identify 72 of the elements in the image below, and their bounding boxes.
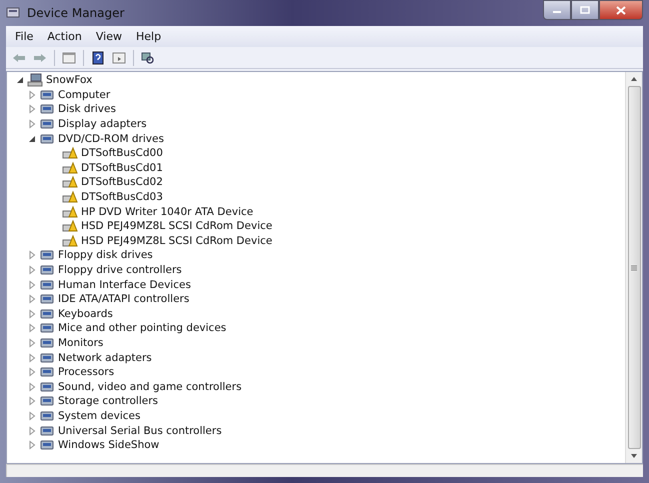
device-category[interactable]: Computer: [58, 88, 110, 101]
drive-warning-icon: [62, 219, 78, 234]
device-category[interactable]: System devices: [58, 410, 140, 422]
window-title: Device Manager: [27, 6, 124, 20]
device-icon: [39, 102, 55, 116]
close-icon: [616, 6, 626, 14]
device-icon: [39, 292, 55, 306]
maximize-button[interactable]: [571, 0, 599, 20]
menu-item[interactable]: File: [8, 28, 40, 45]
device-icon: [39, 263, 55, 278]
device-category[interactable]: DVD/CD-ROM drives: [58, 132, 164, 145]
device-category[interactable]: Network adapters: [58, 352, 152, 364]
device-category[interactable]: Mice and other pointing devices: [58, 322, 226, 334]
scroll-thumb[interactable]: [628, 86, 640, 449]
device-icon: [39, 380, 55, 394]
device-icon: [39, 248, 55, 262]
device-icon: [39, 88, 55, 102]
menu-item[interactable]: Action: [40, 28, 89, 45]
device-name[interactable]: DTSoftBusCd02: [81, 176, 163, 188]
drive-warning-icon: [62, 190, 78, 204]
device-name[interactable]: DTSoftBusCd00: [81, 147, 163, 160]
device-category[interactable]: Windows SideShow: [58, 439, 160, 452]
computer-name[interactable]: SnowFox: [46, 74, 92, 86]
device-category[interactable]: Storage controllers: [58, 395, 158, 408]
device-category[interactable]: Universal Serial Bus controllers: [58, 424, 222, 437]
drive-warning-icon: [62, 204, 78, 219]
device-category[interactable]: Sound, video and game controllers: [58, 380, 242, 393]
device-icon: [39, 350, 55, 365]
device-name[interactable]: HP DVD Writer 1040r ATA Device: [81, 206, 254, 218]
device-icon: [39, 408, 55, 423]
device-category[interactable]: Human Interface Devices: [58, 278, 191, 291]
device-icon: [39, 438, 55, 452]
window-pane-icon: [112, 52, 126, 64]
device-category[interactable]: Floppy disk drives: [58, 249, 153, 262]
device-name[interactable]: HSD PEJ49MZ8L SCSI CdRom Device: [81, 234, 272, 247]
device-icon: [39, 321, 55, 336]
device-category[interactable]: Processors: [58, 366, 114, 378]
device-name[interactable]: HSD PEJ49MZ8L SCSI CdRom Device: [81, 220, 272, 232]
close-button[interactable]: [599, 0, 643, 20]
computer-icon: [27, 73, 43, 88]
device-category[interactable]: Display adapters: [58, 118, 147, 130]
device-name[interactable]: DTSoftBusCd01: [81, 162, 163, 174]
window-pane-icon: [62, 52, 76, 64]
forward-arrow-icon: [33, 52, 47, 62]
scrollbar[interactable]: [625, 72, 642, 463]
grip-icon: [631, 264, 637, 270]
device-category[interactable]: Floppy drive controllers: [58, 264, 182, 276]
device-category[interactable]: IDE ATA/ATAPI controllers: [58, 293, 190, 306]
app-icon: [6, 6, 22, 20]
drive-warning-icon: [62, 234, 78, 248]
device-icon: [39, 278, 55, 292]
maximize-icon: [580, 6, 590, 14]
drive-warning-icon: [62, 146, 78, 160]
device-category[interactable]: Keyboards: [58, 308, 113, 320]
device-icon: [39, 132, 55, 146]
menu-item[interactable]: Help: [128, 28, 168, 45]
monitor-search-icon: [141, 50, 155, 64]
drive-warning-icon: [62, 160, 78, 175]
minimize-button[interactable]: [543, 0, 571, 20]
device-icon: [39, 306, 55, 321]
device-category[interactable]: Monitors: [58, 336, 104, 349]
help-icon: [92, 50, 104, 64]
device-category[interactable]: Disk drives: [58, 103, 116, 116]
device-icon: [39, 336, 55, 350]
back-arrow-icon: [12, 52, 26, 62]
device-icon: [39, 394, 55, 408]
device-icon: [39, 424, 55, 438]
device-icon: [39, 365, 55, 380]
drive-warning-icon: [62, 175, 78, 190]
menu-item[interactable]: View: [88, 28, 129, 45]
device-name[interactable]: DTSoftBusCd03: [81, 191, 163, 204]
device-icon: [39, 117, 55, 132]
